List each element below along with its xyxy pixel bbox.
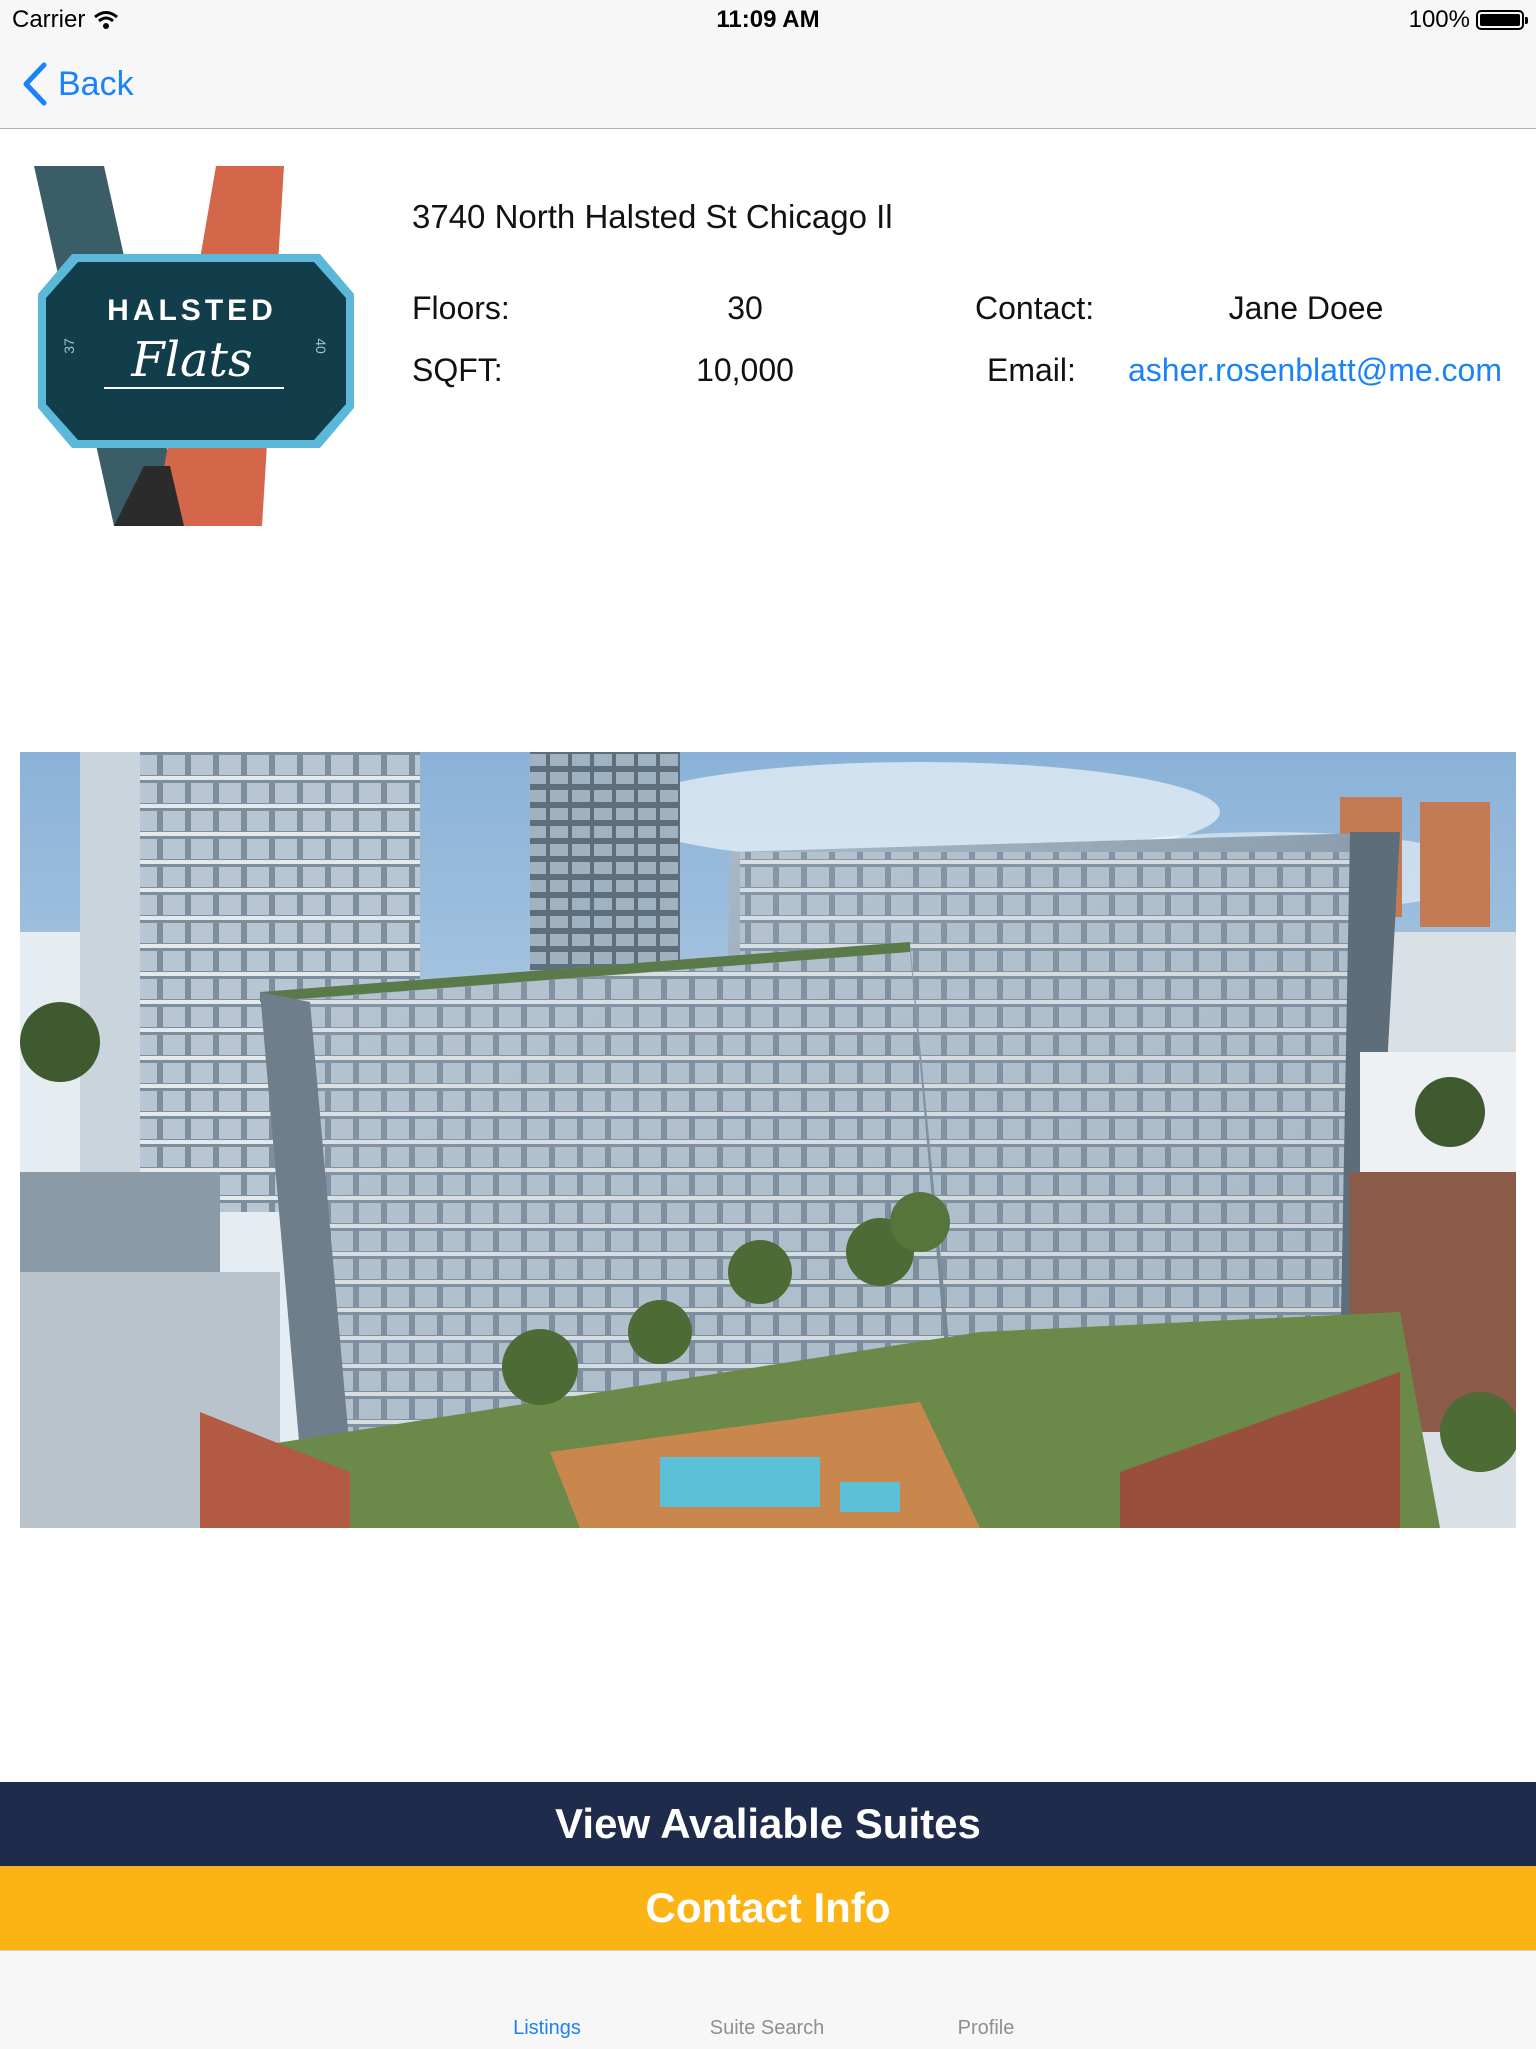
battery-percent: 100% <box>1408 6 1470 33</box>
listing-address: 3740 North Halsted St Chicago Il <box>412 198 893 235</box>
logo-number-left: 37 <box>61 338 77 354</box>
floors-label: Floors: <box>412 290 510 326</box>
navigation-bar: Back <box>0 40 1536 129</box>
chevron-left-icon <box>23 62 47 106</box>
logo-flats-text: Flats <box>130 332 252 388</box>
halsted-flats-logo: HALSTED Flats 37 40 <box>34 166 354 526</box>
email-label: Email: <box>987 352 1076 388</box>
sqft-label: SQFT: <box>412 352 503 388</box>
sqft-value: 10,000 <box>696 352 794 388</box>
back-label: Back <box>58 64 134 103</box>
email-link[interactable]: asher.rosenblatt@me.com <box>1128 352 1502 389</box>
battery-icon <box>1476 10 1528 30</box>
view-available-suites-button[interactable]: View Avaliable Suites <box>0 1782 1536 1866</box>
battery-indicator: 100% <box>1408 6 1528 34</box>
logo-halsted-text: HALSTED <box>107 294 277 327</box>
floors-value: 30 <box>727 290 763 326</box>
tab-profile[interactable]: Profile <box>886 2017 1086 2040</box>
tab-listings[interactable]: Listings <box>447 2017 647 2040</box>
building-image <box>20 752 1516 1528</box>
contact-value: Jane Doee <box>1228 290 1384 326</box>
logo-number-right: 40 <box>313 338 329 354</box>
status-time: 11:09 AM <box>716 6 820 33</box>
tab-suite-search[interactable]: Suite Search <box>667 2017 867 2040</box>
status-bar: Carrier 11:09 AM 100% <box>0 0 1536 40</box>
tab-bar: Listings Suite Search Profile <box>0 1950 1536 2049</box>
contact-label: Contact: <box>975 290 1095 326</box>
contact-info-button[interactable]: Contact Info <box>0 1866 1536 1950</box>
back-button[interactable]: Back <box>22 60 134 108</box>
